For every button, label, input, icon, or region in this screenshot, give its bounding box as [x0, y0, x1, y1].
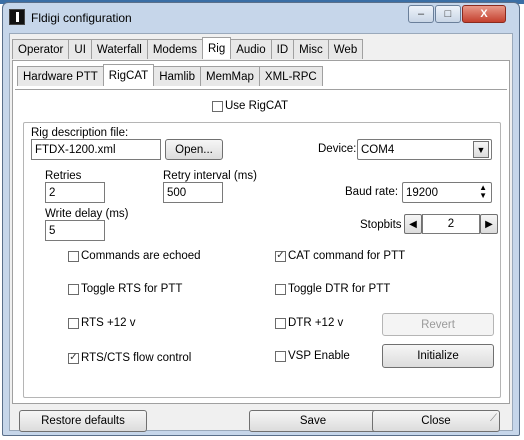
toggle-rts-ptt-box[interactable]: [68, 283, 79, 295]
commands-echoed-checkbox[interactable]: Commands are echoed: [68, 250, 201, 262]
tab-audio[interactable]: Audio: [230, 39, 272, 59]
rigcat-panel: Use RigCAT Rig description file: FTDX-12…: [15, 89, 507, 402]
commands-echoed-box[interactable]: [68, 250, 79, 262]
vsp-enable-checkbox[interactable]: VSP Enable: [275, 350, 350, 362]
tab-web[interactable]: Web: [327, 39, 364, 59]
dtr-12v-label: DTR +12 v: [288, 317, 344, 329]
config-window: Fldigi configuration – □ X Operator UI W…: [2, 2, 520, 436]
tab-xml-rpc[interactable]: XML-RPC: [258, 66, 323, 86]
retry-interval-field[interactable]: 500: [163, 182, 223, 203]
dtr-12v-checkbox[interactable]: DTR +12 v: [275, 317, 343, 329]
open-button[interactable]: Open...: [165, 139, 223, 160]
vsp-enable-label: VSP Enable: [288, 350, 350, 362]
rig-description-label: Rig description file:: [31, 127, 129, 139]
toggle-rts-ptt-checkbox[interactable]: Toggle RTS for PTT: [68, 283, 182, 295]
use-rigcat-box[interactable]: [212, 100, 223, 112]
write-delay-label: Write delay (ms): [45, 208, 129, 220]
cat-ptt-box[interactable]: ✓: [275, 250, 286, 262]
toggle-dtr-ptt-box[interactable]: [275, 283, 286, 295]
tab-memmap[interactable]: MemMap: [199, 66, 260, 86]
commands-echoed-label: Commands are echoed: [81, 250, 201, 262]
resize-grip-icon[interactable]: ⟋: [490, 412, 504, 426]
tab-modems[interactable]: Modems: [146, 39, 203, 59]
rts-cts-flow-box[interactable]: ✓: [68, 352, 79, 364]
write-delay-field[interactable]: 5: [45, 220, 105, 241]
fldigi-app-icon: [9, 9, 25, 25]
client-area: Operator UI Waterfall Modems Rig Audio I…: [9, 33, 513, 432]
rts-cts-flow-label: RTS/CTS flow control: [81, 352, 192, 364]
rig-description-field[interactable]: FTDX-1200.xml: [31, 139, 161, 160]
rigcat-group-box: Rig description file: FTDX-1200.xml Open…: [23, 122, 501, 398]
maximize-button[interactable]: □: [435, 5, 461, 23]
stopbits-field[interactable]: 2: [422, 214, 480, 234]
tab-hardware-ptt[interactable]: Hardware PTT: [17, 66, 104, 86]
baud-rate-select[interactable]: 19200 ▲ ▼: [402, 182, 492, 203]
retry-interval-label: Retry interval (ms): [163, 170, 257, 182]
cat-ptt-label: CAT command for PTT: [288, 250, 406, 262]
retries-field[interactable]: 2: [45, 182, 105, 203]
vsp-enable-box[interactable]: [275, 350, 286, 362]
use-rigcat-checkbox[interactable]: Use RigCAT: [212, 100, 288, 112]
chevron-down-icon[interactable]: ▼: [473, 141, 489, 158]
tab-ui[interactable]: UI: [68, 39, 92, 59]
toggle-rts-ptt-label: Toggle RTS for PTT: [81, 283, 183, 295]
save-button[interactable]: Save: [249, 410, 377, 432]
device-value: COM4: [361, 143, 395, 156]
title-bar[interactable]: Fldigi configuration – □ X: [3, 3, 519, 33]
tab-misc[interactable]: Misc: [293, 39, 329, 59]
tab-id[interactable]: ID: [270, 39, 295, 59]
close-button[interactable]: Close: [372, 410, 500, 432]
rig-tab-panel: Hardware PTT RigCAT Hamlib MemMap XML-RP…: [12, 60, 510, 404]
device-select[interactable]: COM4 ▼: [357, 139, 492, 160]
arrow-left-icon: ◀: [409, 218, 417, 230]
tab-hamlib[interactable]: Hamlib: [153, 66, 201, 86]
cat-ptt-checkbox[interactable]: ✓ CAT command for PTT: [275, 250, 405, 262]
tab-rigcat[interactable]: RigCAT: [102, 64, 155, 86]
close-window-button[interactable]: X: [462, 5, 506, 23]
retries-label: Retries: [45, 170, 82, 182]
stopbits-increment-button[interactable]: ▶: [480, 214, 498, 234]
minimize-button[interactable]: –: [408, 5, 434, 23]
baud-rate-value: 19200: [406, 186, 438, 199]
rts-cts-flow-checkbox[interactable]: ✓ RTS/CTS flow control: [68, 352, 191, 364]
tab-operator[interactable]: Operator: [12, 39, 70, 59]
stopbits-decrement-button[interactable]: ◀: [404, 214, 422, 234]
stopbits-label: Stopbits: [360, 219, 402, 231]
toggle-dtr-ptt-checkbox[interactable]: Toggle DTR for PTT: [275, 283, 390, 295]
toggle-dtr-ptt-label: Toggle DTR for PTT: [288, 283, 391, 295]
tab-waterfall[interactable]: Waterfall: [90, 39, 148, 59]
spin-arrows-icon[interactable]: ▲ ▼: [479, 184, 487, 200]
dtr-12v-box[interactable]: [275, 317, 286, 329]
window-title: Fldigi configuration: [31, 11, 132, 25]
baud-rate-label: Baud rate:: [345, 186, 399, 198]
rig-sub-tab-bar: Hardware PTT RigCAT Hamlib MemMap XML-RP…: [17, 64, 323, 86]
rts-12v-box[interactable]: [68, 317, 79, 329]
rts-12v-label: RTS +12 v: [81, 317, 136, 329]
initialize-button[interactable]: Initialize: [382, 344, 494, 368]
device-label: Device:: [318, 143, 357, 155]
main-tab-bar: Operator UI Waterfall Modems Rig Audio I…: [12, 37, 364, 59]
use-rigcat-label: Use RigCAT: [225, 100, 289, 112]
restore-defaults-button[interactable]: Restore defaults: [19, 410, 147, 432]
tab-rig[interactable]: Rig: [201, 37, 232, 59]
arrow-right-icon: ▶: [485, 218, 493, 230]
rts-12v-checkbox[interactable]: RTS +12 v: [68, 317, 135, 329]
revert-button[interactable]: Revert: [382, 313, 494, 336]
